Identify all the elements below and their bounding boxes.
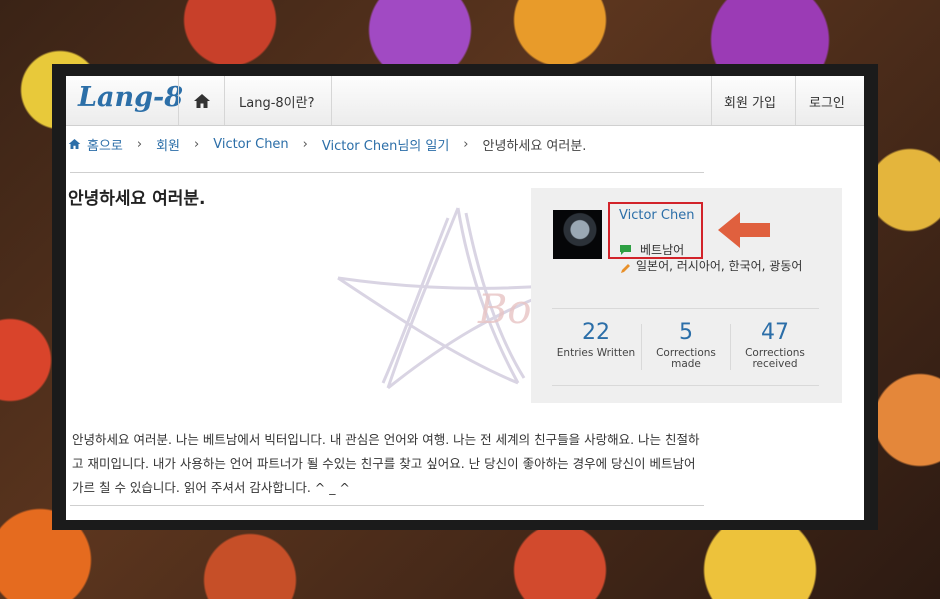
breadcrumb-current: 안녕하세요 여러분. bbox=[482, 138, 587, 154]
chevron-right-icon: › bbox=[136, 136, 143, 152]
profile-card: Victor Chen 베트남어 일본어, 러시아어, 한국어, 광동어 22 … bbox=[531, 188, 842, 403]
stat-label: Entries Written bbox=[556, 347, 636, 359]
about-link[interactable]: Lang-8이란? bbox=[239, 92, 314, 111]
divider bbox=[552, 385, 819, 386]
highlight-box bbox=[608, 202, 703, 259]
signup-link[interactable]: 회원 가입 bbox=[724, 92, 776, 111]
breadcrumb-user[interactable]: Victor Chen bbox=[213, 137, 288, 152]
breadcrumb-home[interactable]: 홈으로 bbox=[87, 135, 123, 154]
home-icon bbox=[193, 93, 210, 108]
home-icon bbox=[68, 138, 81, 150]
avatar[interactable] bbox=[553, 210, 602, 259]
divider bbox=[70, 505, 704, 506]
breadcrumb-members[interactable]: 회원 bbox=[156, 135, 180, 154]
stat-value: 5 bbox=[679, 320, 693, 345]
learning-language-row: 일본어, 러시아어, 한국어, 광동어 bbox=[619, 259, 819, 275]
nav-divider bbox=[331, 76, 332, 125]
stat-label: Corrections received bbox=[745, 347, 805, 370]
entry-title: 안녕하세요 여러분. bbox=[68, 189, 206, 209]
chevron-right-icon: › bbox=[194, 136, 200, 152]
stat-corrections-received[interactable]: 47 Corrections received bbox=[731, 320, 819, 370]
entry-body: 안녕하세요 여러분. 나는 베트남에서 빅터입니다. 내 관심은 언어와 여행.… bbox=[72, 432, 700, 495]
nav-divider bbox=[711, 76, 712, 125]
login-link[interactable]: 로그인 bbox=[809, 92, 845, 111]
divider bbox=[552, 308, 819, 309]
chevron-right-icon: › bbox=[302, 136, 308, 152]
breadcrumb: 홈으로 › 회원 › Victor Chen › Victor Chen님의 일… bbox=[68, 134, 586, 154]
stat-value: 22 bbox=[582, 320, 610, 345]
chevron-right-icon: › bbox=[463, 136, 469, 152]
nav-divider bbox=[224, 76, 225, 125]
nav-divider bbox=[795, 76, 796, 125]
arrow-left-icon bbox=[718, 212, 770, 248]
divider bbox=[70, 172, 704, 173]
home-button[interactable] bbox=[179, 76, 224, 125]
stat-entries-written[interactable]: 22 Entries Written bbox=[552, 320, 640, 359]
stat-label: Corrections made bbox=[656, 347, 716, 370]
stat-value: 47 bbox=[761, 320, 789, 345]
site-logo[interactable]: Lang-8 bbox=[78, 82, 183, 113]
pencil-icon bbox=[621, 264, 630, 273]
breadcrumb-journal[interactable]: Victor Chen님의 일기 bbox=[322, 135, 449, 154]
browser-page: Lang-8 Lang-8이란? 회원 가입 로그인 홈으로 › 회원 › Vi… bbox=[66, 76, 864, 520]
learning-languages: 일본어, 러시아어, 한국어, 광동어 bbox=[636, 259, 803, 273]
stat-corrections-made[interactable]: 5 Corrections made bbox=[642, 320, 730, 370]
top-navbar: Lang-8 Lang-8이란? 회원 가입 로그인 bbox=[66, 76, 864, 126]
